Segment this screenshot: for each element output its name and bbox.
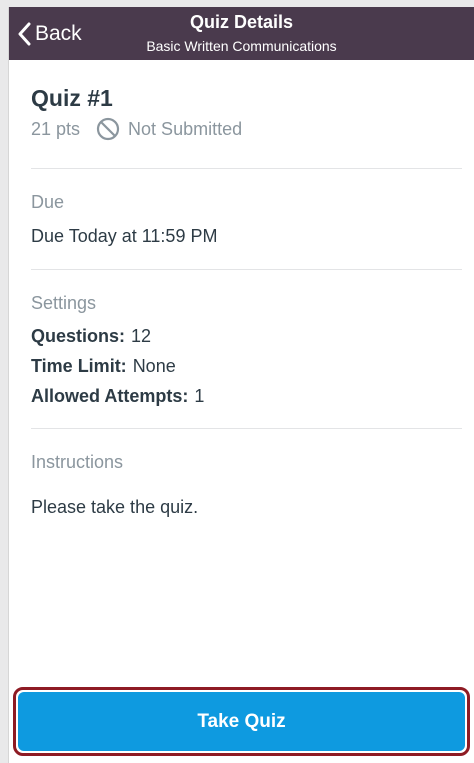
take-quiz-button[interactable]: Take Quiz <box>18 692 465 751</box>
quiz-details-screen: Back Quiz Details Basic Written Communic… <box>8 7 474 763</box>
instructions-text: Please take the quiz. <box>31 497 199 517</box>
setting-key: Allowed Attempts: <box>31 386 189 406</box>
navigation-bar: Back Quiz Details Basic Written Communic… <box>9 7 474 60</box>
setting-key: Questions: <box>31 326 126 346</box>
take-quiz-highlight: Take Quiz <box>13 687 470 756</box>
quiz-points: 21 pts <box>31 118 81 139</box>
setting-allowed-attempts: Allowed Attempts: 1 <box>31 386 204 407</box>
setting-time-limit: Time Limit: None <box>31 356 176 377</box>
divider <box>31 428 462 429</box>
setting-value: None <box>132 356 176 376</box>
settings-label: Settings <box>31 293 97 313</box>
divider <box>31 269 462 270</box>
quiz-title: Quiz #1 <box>31 85 113 111</box>
instructions-label: Instructions <box>31 452 124 472</box>
submission-status: Not Submitted <box>128 118 243 139</box>
page-title: Quiz Details <box>189 12 294 32</box>
due-date: Due Today at 11:59 PM <box>31 226 218 246</box>
setting-value: 12 <box>131 326 152 346</box>
due-label: Due <box>31 192 65 212</box>
setting-key: Time Limit: <box>31 356 127 376</box>
quiz-meta: 21 pts Not Submitted <box>31 117 242 141</box>
setting-value: 1 <box>194 386 205 406</box>
setting-questions: Questions: 12 <box>31 326 151 347</box>
divider <box>31 168 462 169</box>
course-subtitle: Basic Written Communications <box>146 38 337 54</box>
not-submitted-icon <box>96 117 128 141</box>
